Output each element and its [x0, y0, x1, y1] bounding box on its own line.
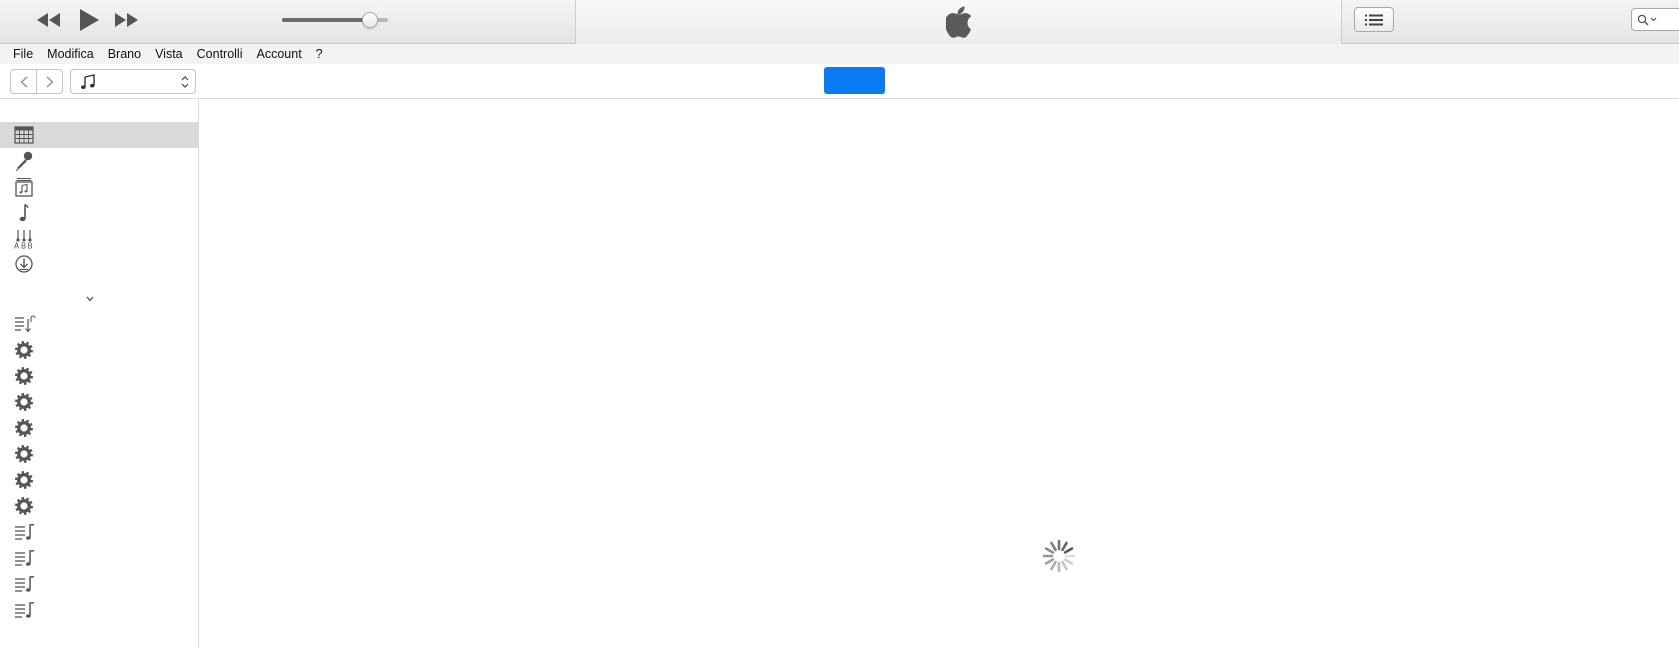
- microphone-icon: [16, 151, 33, 171]
- menu-controlli[interactable]: Controlli: [190, 44, 250, 64]
- spinner-spoke: [1061, 541, 1068, 552]
- history-buttons: [10, 69, 63, 94]
- menu-account[interactable]: Account: [250, 44, 309, 64]
- sidebar-item-playlist[interactable]: [0, 571, 198, 597]
- playlist-icon: [15, 602, 35, 618]
- media-type-select[interactable]: [70, 69, 196, 94]
- fast-forward-button[interactable]: [111, 6, 141, 34]
- chevron-down-icon: [86, 296, 94, 302]
- sidebar-item-playlist-downloads[interactable]: [0, 311, 198, 337]
- spinner-spoke: [1063, 547, 1074, 554]
- menu-modifica[interactable]: Modifica: [40, 44, 101, 64]
- smart-playlist-gear-icon: [15, 445, 33, 463]
- sidebar-item-smart-playlist[interactable]: [0, 337, 198, 363]
- main-content: [199, 99, 1679, 648]
- playlist-icon: [15, 550, 35, 566]
- svg-text:B: B: [21, 242, 26, 250]
- sidebar: A B B: [0, 99, 199, 648]
- music-note-icon: [19, 203, 29, 222]
- apple-icon: [945, 6, 971, 38]
- store-tab-button[interactable]: [824, 67, 885, 94]
- sidebar-item-artists[interactable]: [0, 148, 198, 174]
- up-next-list-button[interactable]: [1354, 7, 1394, 32]
- smart-playlist-gear-icon: [15, 393, 33, 411]
- list-icon: [1365, 14, 1383, 25]
- chevron-right-icon: [46, 76, 54, 87]
- play-icon: [80, 9, 99, 31]
- sidebar-item-playlist[interactable]: [0, 597, 198, 623]
- now-playing-display: [575, 0, 1342, 44]
- menu-brano[interactable]: Brano: [101, 44, 148, 64]
- genres-icon: A B B: [14, 230, 33, 250]
- smart-playlist-gear-icon: [15, 367, 33, 385]
- spinner-spoke: [1061, 560, 1068, 571]
- menu-bar: File Modifica Brano Vista Controlli Acco…: [0, 44, 1679, 64]
- navigation-bar: [0, 64, 1679, 99]
- playlist-icon: [15, 576, 35, 592]
- smart-playlist-gear-icon: [15, 419, 33, 437]
- spinner-spoke: [1044, 558, 1055, 565]
- menu-file[interactable]: File: [6, 44, 40, 64]
- sidebar-item-downloaded[interactable]: [0, 251, 198, 277]
- smart-playlist-gear-icon: [15, 341, 33, 359]
- sidebar-item-songs[interactable]: [0, 200, 198, 226]
- chevron-left-icon: [20, 76, 28, 87]
- spinner-spoke: [1063, 558, 1074, 565]
- volume-fill: [282, 18, 370, 22]
- album-icon: [15, 178, 33, 197]
- sidebar-item-albums[interactable]: [0, 174, 198, 200]
- volume-slider[interactable]: [282, 10, 388, 30]
- playlist-download-icon: [15, 315, 36, 333]
- fast-forward-icon: [115, 13, 138, 27]
- spinner-spoke: [1050, 560, 1057, 571]
- rewind-icon: [37, 13, 60, 27]
- volume-knob[interactable]: [361, 12, 378, 28]
- spinner-spoke: [1044, 547, 1055, 554]
- playlist-icon: [15, 524, 35, 540]
- sidebar-item-smart-playlist[interactable]: [0, 467, 198, 493]
- sidebar-item-smart-playlist[interactable]: [0, 415, 198, 441]
- sidebar-item-recently-added[interactable]: [0, 122, 198, 148]
- search-input[interactable]: [1631, 8, 1679, 31]
- svg-text:B: B: [28, 242, 33, 250]
- sidebar-item-smart-playlist[interactable]: [0, 363, 198, 389]
- player-bar: [0, 0, 1679, 44]
- spinner-spoke: [1050, 541, 1057, 552]
- smart-playlist-gear-icon: [15, 471, 33, 489]
- play-button[interactable]: [74, 6, 104, 34]
- sidebar-item-smart-playlist[interactable]: [0, 441, 198, 467]
- search-icon: [1637, 14, 1657, 25]
- back-button[interactable]: [11, 70, 36, 93]
- sidebar-item-genres[interactable]: A B B: [0, 226, 198, 252]
- menu-vista[interactable]: Vista: [148, 44, 190, 64]
- sidebar-item-playlist[interactable]: [0, 519, 198, 545]
- playlists-collapse-toggle[interactable]: [82, 291, 98, 307]
- updown-arrows-icon: [181, 75, 189, 88]
- loading-spinner-icon: [1042, 539, 1076, 573]
- music-note-icon: [81, 73, 95, 89]
- svg-text:A: A: [14, 242, 20, 250]
- smart-playlist-gear-icon: [15, 497, 33, 515]
- rewind-button[interactable]: [34, 6, 64, 34]
- sidebar-item-playlist[interactable]: [0, 545, 198, 571]
- sidebar-item-smart-playlist[interactable]: [0, 493, 198, 519]
- forward-button[interactable]: [36, 70, 62, 93]
- grid-icon: [14, 126, 34, 144]
- menu-help[interactable]: ?: [309, 44, 330, 64]
- sidebar-item-smart-playlist[interactable]: [0, 389, 198, 415]
- download-icon: [15, 255, 33, 273]
